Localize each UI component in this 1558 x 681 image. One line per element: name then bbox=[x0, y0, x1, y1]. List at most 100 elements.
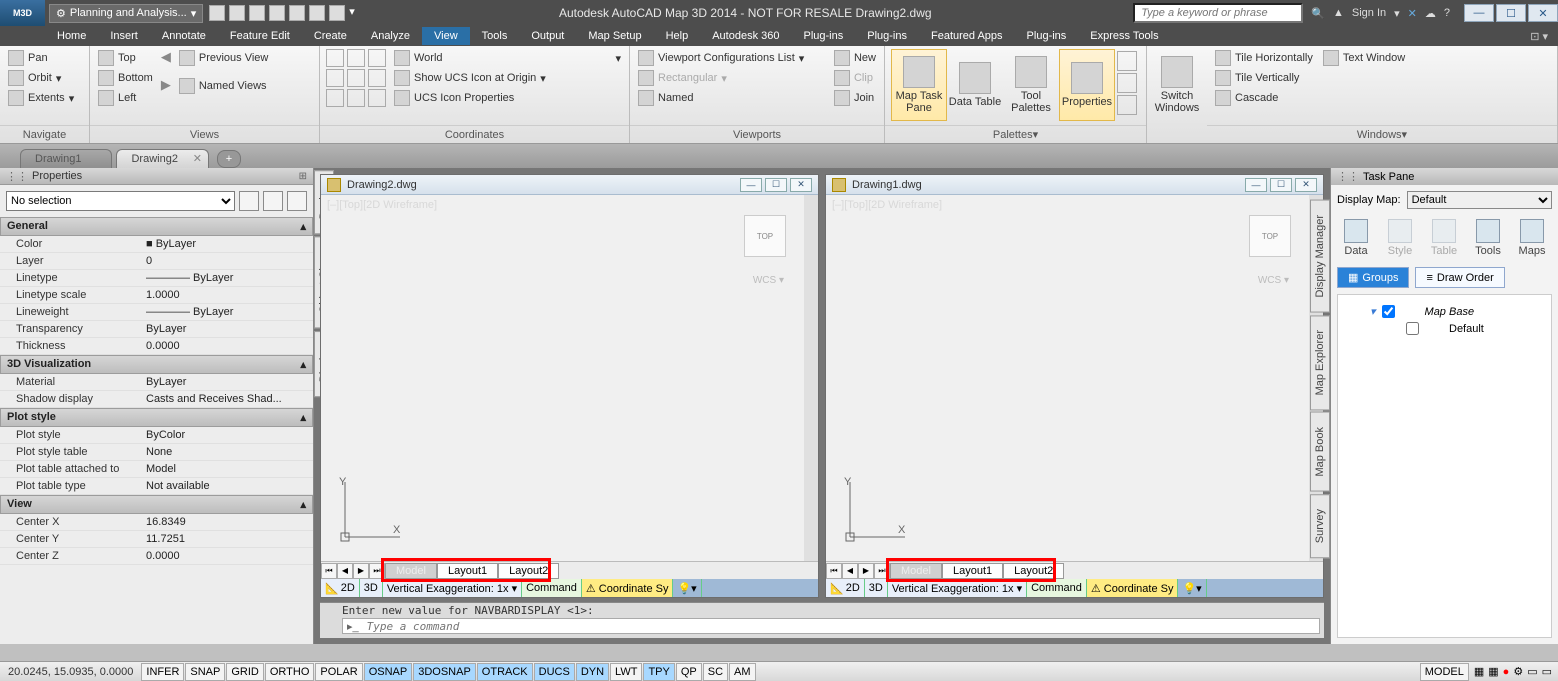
ribbon-tab-view[interactable]: View bbox=[422, 27, 470, 45]
show-ucs-icon-button[interactable]: Show UCS Icon at Origin ▾ bbox=[392, 69, 623, 87]
switch-windows-button[interactable]: Switch Windows bbox=[1153, 49, 1201, 121]
property-row[interactable]: Linetype scale1.0000 bbox=[0, 287, 313, 304]
mode-3d-button[interactable]: 3D bbox=[360, 579, 383, 597]
document-tab[interactable]: Drawing2✕ bbox=[116, 149, 208, 168]
maximize-button[interactable]: ☐ bbox=[1496, 4, 1526, 22]
doc-window-titlebar[interactable]: Drawing2.dwg—☐✕ bbox=[321, 175, 818, 195]
layout-tab-model[interactable]: Model bbox=[890, 563, 942, 579]
ribbon-tab-map-setup[interactable]: Map Setup bbox=[576, 27, 653, 45]
property-row[interactable]: Center Y11.7251 bbox=[0, 531, 313, 548]
status-toggle-am[interactable]: AM bbox=[729, 663, 756, 681]
pan-button[interactable]: Pan bbox=[6, 49, 76, 67]
select-objects-icon[interactable] bbox=[263, 191, 283, 211]
ucs1-icon[interactable] bbox=[326, 49, 344, 67]
property-row[interactable]: Thickness0.0000 bbox=[0, 338, 313, 355]
plot-icon[interactable] bbox=[289, 5, 305, 21]
ucs5-icon[interactable] bbox=[347, 69, 365, 87]
ucs3-icon[interactable] bbox=[368, 49, 386, 67]
maximize-button[interactable]: ☐ bbox=[1270, 178, 1292, 192]
command-input[interactable] bbox=[363, 620, 1319, 633]
nav-next-icon[interactable]: ▶ bbox=[353, 563, 369, 579]
world-ucs-dropdown[interactable]: World▾ bbox=[392, 49, 623, 67]
close-button[interactable]: ✕ bbox=[1528, 4, 1558, 22]
status-toggle-tpy[interactable]: TPY bbox=[643, 663, 674, 681]
selection-dropdown[interactable]: No selection bbox=[6, 191, 235, 211]
cleanscreen-icon[interactable]: ▭ bbox=[1542, 665, 1552, 678]
layer-tree[interactable]: ▾ Map Base Default bbox=[1337, 294, 1552, 638]
status-toggle-ducs[interactable]: DUCS bbox=[534, 663, 575, 681]
chevron-down-icon[interactable]: ▾ bbox=[1394, 7, 1400, 20]
view-nav-right-icon[interactable]: ▶ bbox=[161, 77, 171, 93]
ucs6-icon[interactable] bbox=[368, 69, 386, 87]
nav-next-icon[interactable]: ▶ bbox=[858, 563, 874, 579]
property-row[interactable]: MaterialByLayer bbox=[0, 374, 313, 391]
property-row[interactable]: Plot table typeNot available bbox=[0, 478, 313, 495]
drawing-viewport[interactable]: [–][Top][2D Wireframe]TOPWCS ▾YX bbox=[321, 195, 818, 561]
orbit-button[interactable]: Orbit ▾ bbox=[6, 69, 76, 87]
command-seg[interactable]: Command bbox=[522, 579, 582, 597]
nav-last-icon[interactable]: ⏭ bbox=[369, 563, 385, 579]
viewport-clip-button[interactable]: Clip bbox=[832, 69, 878, 87]
new-icon[interactable] bbox=[209, 5, 225, 21]
coord-sys-seg[interactable]: ⚠ Coordinate Sy bbox=[582, 579, 674, 597]
status-toggle-polar[interactable]: POLAR bbox=[315, 663, 362, 681]
tab-groups[interactable]: ▦Groups bbox=[1337, 267, 1409, 288]
status-toggle-3dosnap[interactable]: 3DOSNAP bbox=[413, 663, 476, 681]
property-row[interactable]: Plot styleByColor bbox=[0, 427, 313, 444]
view-cube[interactable]: TOP bbox=[1249, 215, 1291, 257]
ribbon-tab-output[interactable]: Output bbox=[519, 27, 576, 45]
tile-vertical-button[interactable]: Tile Vertically bbox=[1213, 69, 1315, 87]
display-map-select[interactable]: Default bbox=[1407, 191, 1552, 209]
nav-prev-icon[interactable]: ◀ bbox=[842, 563, 858, 579]
properties-palette-button[interactable]: Properties bbox=[1059, 49, 1115, 121]
ribbon-minimize-icon[interactable]: ⊡ ▾ bbox=[1530, 30, 1558, 43]
palette-tool1-icon[interactable] bbox=[1117, 51, 1137, 71]
undo-icon[interactable] bbox=[309, 5, 325, 21]
command-line[interactable]: ▸_ bbox=[342, 618, 1320, 634]
property-group-header[interactable]: Plot style▴ bbox=[0, 408, 313, 427]
view-cube[interactable]: TOP bbox=[744, 215, 786, 257]
status-toggle-otrack[interactable]: OTRACK bbox=[477, 663, 533, 681]
layout-tab-layout1[interactable]: Layout1 bbox=[942, 563, 1003, 579]
layout-tab-layout2[interactable]: Layout2 bbox=[1003, 563, 1064, 579]
text-window-button[interactable]: Text Window bbox=[1321, 49, 1407, 67]
minimize-button[interactable]: — bbox=[1245, 178, 1267, 192]
app-menu-button[interactable]: M3D bbox=[0, 0, 45, 26]
view-bottom-button[interactable]: Bottom bbox=[96, 69, 155, 87]
ribbon-tab-plug-ins[interactable]: Plug-ins bbox=[855, 27, 919, 45]
layout-tab-layout2[interactable]: Layout2 bbox=[498, 563, 559, 579]
nav-first-icon[interactable]: ⏮ bbox=[826, 563, 842, 579]
palette-tool3-icon[interactable] bbox=[1117, 95, 1137, 115]
ribbon-tab-plug-ins[interactable]: Plug-ins bbox=[1015, 27, 1079, 45]
viewport-join-button[interactable]: Join bbox=[832, 89, 878, 107]
signin-button[interactable]: Sign In bbox=[1352, 7, 1386, 19]
taskpane-tab-map-explorer[interactable]: Map Explorer bbox=[1310, 315, 1330, 410]
viewport-config-dropdown[interactable]: Viewport Configurations List ▾ bbox=[636, 49, 826, 67]
taskpane-tab-survey[interactable]: Survey bbox=[1310, 494, 1330, 558]
ribbon-tab-insert[interactable]: Insert bbox=[98, 27, 150, 45]
ucs-icon[interactable]: YX bbox=[335, 477, 405, 547]
tree-item-map-base[interactable]: ▾ Map Base bbox=[1346, 303, 1543, 320]
property-row[interactable]: TransparencyByLayer bbox=[0, 321, 313, 338]
view-nav-left-icon[interactable]: ◀ bbox=[161, 49, 171, 65]
ribbon-tab-help[interactable]: Help bbox=[654, 27, 701, 45]
close-tab-icon[interactable]: ✕ bbox=[193, 152, 202, 165]
data-table-button[interactable]: Data Table bbox=[947, 49, 1003, 121]
tool-palettes-button[interactable]: Tool Palettes bbox=[1003, 49, 1059, 121]
view-label[interactable]: [–][Top][2D Wireframe] bbox=[327, 199, 437, 211]
layer-checkbox[interactable] bbox=[1406, 322, 1419, 335]
tile-horizontal-button[interactable]: Tile Horizontally bbox=[1213, 49, 1315, 67]
close-button[interactable]: ✕ bbox=[1295, 178, 1317, 192]
layer-checkbox[interactable] bbox=[1382, 305, 1395, 318]
nav-prev-icon[interactable]: ◀ bbox=[337, 563, 353, 579]
cascade-button[interactable]: Cascade bbox=[1213, 89, 1315, 107]
status-toggle-qp[interactable]: QP bbox=[676, 663, 702, 681]
doc-window-titlebar[interactable]: Drawing1.dwg—☐✕ bbox=[826, 175, 1323, 195]
ucs8-icon[interactable] bbox=[347, 89, 365, 107]
minimize-button[interactable]: — bbox=[1464, 4, 1494, 22]
status-icon[interactable]: ▭ bbox=[1527, 665, 1537, 678]
search-input[interactable] bbox=[1133, 3, 1303, 23]
maximize-button[interactable]: ☐ bbox=[765, 178, 787, 192]
workspace-selector[interactable]: ⚙ Planning and Analysis... ▾ bbox=[49, 4, 203, 23]
save-icon[interactable] bbox=[249, 5, 265, 21]
